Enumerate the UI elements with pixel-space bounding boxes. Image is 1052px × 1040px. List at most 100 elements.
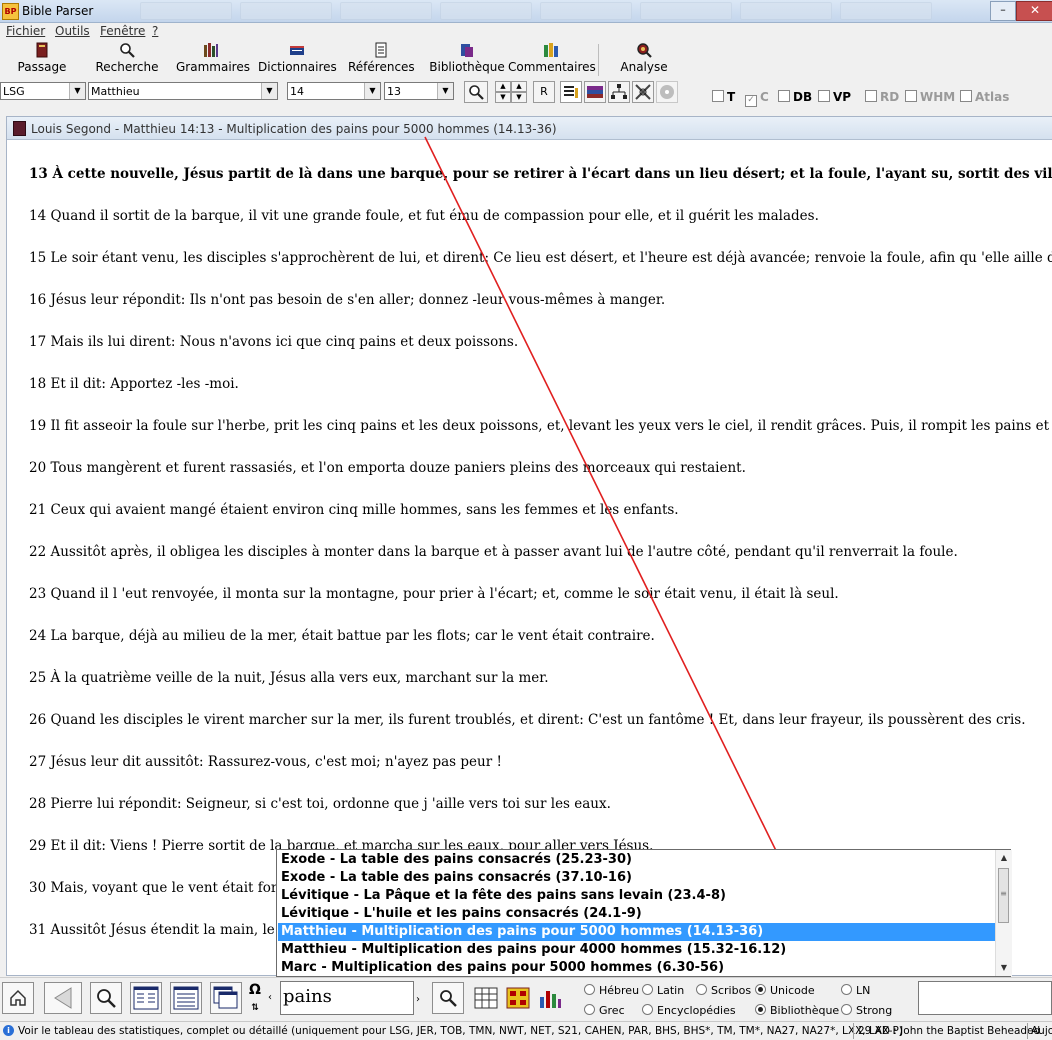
verse-up-alt-button[interactable]: ▲ bbox=[511, 81, 527, 92]
scroll-right-icon[interactable]: › bbox=[416, 994, 420, 1005]
grammaires-button[interactable]: Grammaires bbox=[176, 42, 250, 78]
dropdown-item[interactable]: Exode - La table des pains consacrés (25… bbox=[278, 851, 995, 869]
tools-button[interactable] bbox=[632, 81, 654, 103]
radio-latin[interactable]: Latin bbox=[642, 984, 684, 997]
zoom-button[interactable] bbox=[90, 982, 122, 1014]
chevron-down-icon[interactable]: ▼ bbox=[261, 83, 277, 99]
checkbox-c[interactable]: ✓ C bbox=[745, 90, 769, 107]
recherche-button[interactable]: Recherche bbox=[94, 42, 160, 78]
checkbox-rd[interactable]: RD bbox=[865, 90, 899, 104]
radio-hébreu[interactable]: Hébreu bbox=[584, 984, 639, 997]
r-button[interactable]: R bbox=[533, 81, 555, 103]
checkbox-t[interactable]: T bbox=[712, 90, 735, 104]
home-button[interactable] bbox=[2, 982, 34, 1014]
colored-grid-button[interactable] bbox=[502, 982, 534, 1014]
verse-line: 21 Ceux qui avaient mangé étaient enviro… bbox=[29, 502, 679, 518]
checkbox-whm[interactable]: WHM bbox=[905, 90, 955, 104]
two-columns-button[interactable] bbox=[130, 982, 162, 1014]
search-results-dropdown[interactable]: Exode - La table des pains consacrés (25… bbox=[276, 849, 1012, 977]
chevron-down-icon[interactable]: ▼ bbox=[69, 83, 85, 99]
radio-dot[interactable] bbox=[642, 984, 653, 995]
info-icon: i bbox=[3, 1025, 14, 1036]
checkbox-vp[interactable]: VP bbox=[818, 90, 851, 104]
checkbox-whm-label: WHM bbox=[920, 90, 956, 104]
radio-dot[interactable] bbox=[841, 1004, 852, 1015]
tree-button[interactable] bbox=[608, 81, 630, 103]
minimize-button[interactable]: – bbox=[990, 1, 1016, 21]
back-button[interactable] bbox=[44, 982, 82, 1014]
checkbox-box[interactable] bbox=[712, 90, 724, 102]
radio-dot[interactable] bbox=[584, 1004, 595, 1015]
search-input[interactable]: pains bbox=[280, 981, 414, 1015]
book-select[interactable]: Matthieu ▼ bbox=[88, 82, 278, 100]
single-column-button[interactable] bbox=[170, 982, 202, 1014]
analyse-button[interactable]: Analyse bbox=[614, 42, 674, 78]
omega-button[interactable]: Ω ⇅ bbox=[246, 982, 264, 1014]
radio-unicode[interactable]: Unicode bbox=[755, 984, 815, 997]
checkbox-box[interactable] bbox=[865, 90, 877, 102]
chevron-down-icon[interactable]: ▼ bbox=[364, 83, 380, 99]
dictionnaires-button[interactable]: Dictionnaires bbox=[258, 42, 337, 78]
dropdown-item[interactable]: Matthieu - Multiplication des pains pour… bbox=[278, 941, 995, 959]
statistics-button[interactable] bbox=[534, 982, 566, 1014]
text-lines-icon bbox=[564, 86, 578, 98]
bible-icon bbox=[13, 121, 26, 136]
verse-down-alt-button[interactable]: ▼ bbox=[511, 92, 527, 103]
cascade-windows-button[interactable] bbox=[210, 982, 242, 1014]
bibliotheque-button[interactable]: Bibliothèque bbox=[428, 42, 506, 78]
scroll-thumb[interactable]: ≡ bbox=[998, 868, 1009, 923]
secondary-input[interactable] bbox=[918, 981, 1052, 1015]
checkbox-atlas[interactable]: Atlas bbox=[960, 90, 1009, 104]
menu-help[interactable]: ? bbox=[152, 24, 158, 38]
menu-outils[interactable]: Outils bbox=[55, 24, 90, 38]
radio-dot[interactable] bbox=[642, 1004, 653, 1015]
passage-button[interactable]: Passage bbox=[14, 42, 70, 78]
verse-select[interactable]: 13 ▼ bbox=[384, 82, 454, 100]
menu-fenetre[interactable]: Fenêtre bbox=[100, 24, 145, 38]
scroll-left-icon[interactable]: ‹ bbox=[268, 992, 272, 1003]
radio-dot[interactable] bbox=[755, 1004, 766, 1015]
dropdown-scrollbar[interactable]: ▲ ≡ ▼ bbox=[995, 850, 1012, 976]
radio-encyclopédies[interactable]: Encyclopédies bbox=[642, 1004, 736, 1017]
bibliotheque-label: Bibliothèque bbox=[429, 60, 505, 74]
search-go-button[interactable] bbox=[432, 982, 464, 1014]
dropdown-item[interactable]: Exode - La table des pains consacrés (37… bbox=[278, 869, 995, 887]
text-cursor-button[interactable] bbox=[560, 81, 582, 103]
checkbox-db[interactable]: DB bbox=[778, 90, 812, 104]
close-button[interactable]: ✕ bbox=[1016, 1, 1052, 21]
scroll-up-icon[interactable]: ▲ bbox=[996, 850, 1012, 866]
radio-strong[interactable]: Strong bbox=[841, 1004, 892, 1017]
scroll-down-icon[interactable]: ▼ bbox=[996, 960, 1012, 976]
radio-label: Unicode bbox=[770, 984, 815, 997]
radio-dot[interactable] bbox=[755, 984, 766, 995]
radio-bibliothèque[interactable]: Bibliothèque bbox=[755, 1004, 839, 1017]
checkbox-box[interactable] bbox=[778, 90, 790, 102]
books-stack-button[interactable] bbox=[584, 81, 606, 103]
chapter-select[interactable]: 14 ▼ bbox=[287, 82, 381, 100]
checkbox-box[interactable] bbox=[818, 90, 830, 102]
search-passage-button[interactable] bbox=[464, 81, 488, 103]
verse-up-button[interactable]: ▲ bbox=[495, 81, 511, 92]
verse-line: 26 Quand les disciples le virent marcher… bbox=[29, 712, 1026, 728]
checkmark-icon[interactable]: ✓ bbox=[745, 95, 757, 107]
radio-dot[interactable] bbox=[841, 984, 852, 995]
dropdown-item[interactable]: Marc - Multiplication des pains pour 500… bbox=[278, 959, 995, 977]
disc-button[interactable] bbox=[656, 81, 678, 103]
references-button[interactable]: Références bbox=[348, 42, 415, 78]
checkbox-box[interactable] bbox=[960, 90, 972, 102]
dropdown-item[interactable]: Matthieu - Multiplication des pains pour… bbox=[278, 923, 995, 941]
radio-dot[interactable] bbox=[584, 984, 595, 995]
radio-grec[interactable]: Grec bbox=[584, 1004, 625, 1017]
commentaires-button[interactable]: Commentaires bbox=[508, 42, 596, 78]
chevron-down-icon[interactable]: ▼ bbox=[437, 83, 453, 99]
version-select[interactable]: LSG ▼ bbox=[0, 82, 86, 100]
verse-down-button[interactable]: ▼ bbox=[495, 92, 511, 103]
radio-dot[interactable] bbox=[696, 984, 707, 995]
radio-scribos[interactable]: Scribos bbox=[696, 984, 751, 997]
grid-button[interactable] bbox=[470, 982, 502, 1014]
dropdown-item[interactable]: Lévitique - La Pâque et la fête des pain… bbox=[278, 887, 995, 905]
menu-fichier[interactable]: Fichier bbox=[6, 24, 45, 38]
dropdown-item[interactable]: Lévitique - L'huile et les pains consacr… bbox=[278, 905, 995, 923]
radio-ln[interactable]: LN bbox=[841, 984, 870, 997]
checkbox-box[interactable] bbox=[905, 90, 917, 102]
